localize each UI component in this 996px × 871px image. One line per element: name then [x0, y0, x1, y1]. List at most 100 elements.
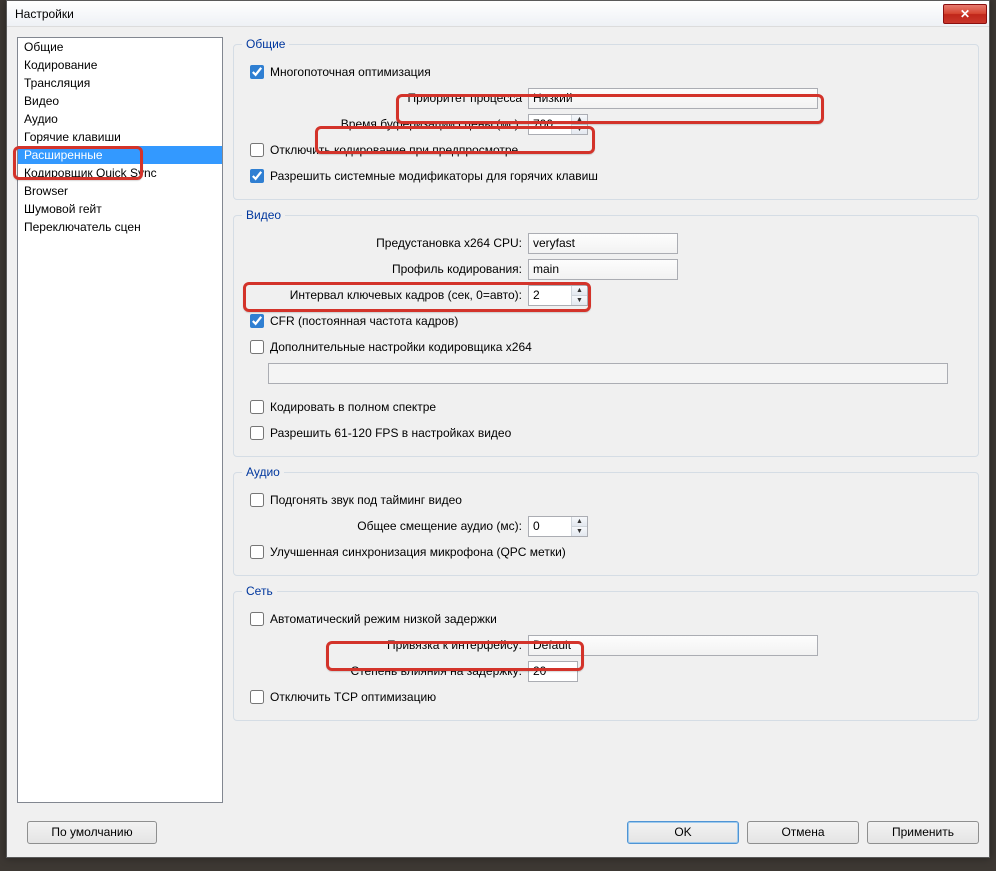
select-preset[interactable]: veryfast [528, 233, 678, 254]
select-bind-interface[interactable]: Default [528, 635, 818, 656]
settings-window: Настройки ✕ Общие Кодирование Трансляция… [6, 0, 990, 858]
sidebar-item-general[interactable]: Общие [18, 38, 222, 56]
label-bind-interface: Привязка к интерфейсу: [242, 638, 522, 652]
label-latency-factor: Степень влияния на задержку: [242, 664, 522, 678]
sidebar: Общие Кодирование Трансляция Видео Аудио… [17, 37, 223, 803]
main-panel: Общие Многопоточная оптимизация Приорите… [233, 37, 979, 803]
checkbox-input[interactable] [250, 493, 264, 507]
group-network: Сеть Автоматический режим низкой задержк… [233, 584, 979, 721]
checkbox-label: Подгонять звук под тайминг видео [270, 493, 462, 507]
checkbox-label: Автоматический режим низкой задержки [270, 612, 497, 626]
checkbox-input[interactable] [250, 426, 264, 440]
sidebar-item-label: Горячие клавиши [24, 130, 121, 144]
sidebar-item-label: Общие [24, 40, 63, 54]
checkbox-input[interactable] [250, 400, 264, 414]
spin-down-icon[interactable]: ▼ [572, 527, 587, 536]
close-icon: ✕ [960, 7, 970, 21]
sidebar-item-advanced[interactable]: Расширенные [18, 146, 222, 164]
input-audio-offset[interactable] [529, 517, 571, 536]
sidebar-item-video[interactable]: Видео [18, 92, 222, 110]
close-button[interactable]: ✕ [943, 4, 987, 24]
checkbox-label: Разрешить 61-120 FPS в настройках видео [270, 426, 511, 440]
sidebar-item-audio[interactable]: Аудио [18, 110, 222, 128]
sidebar-item-label: Видео [24, 94, 59, 108]
group-audio-title: Аудио [242, 465, 284, 479]
select-profile[interactable]: main [528, 259, 678, 280]
group-general: Общие Многопоточная оптимизация Приорите… [233, 37, 979, 200]
sidebar-item-hotkeys[interactable]: Горячие клавиши [18, 128, 222, 146]
checkbox-label: Кодировать в полном спектре [270, 400, 436, 414]
checkbox-force-timing[interactable]: Подгонять звук под тайминг видео [250, 493, 462, 507]
apply-button[interactable]: Применить [867, 821, 979, 844]
sidebar-item-quicksync[interactable]: Кодировщик Quick Sync [18, 164, 222, 182]
sidebar-item-sceneswitcher[interactable]: Переключатель сцен [18, 218, 222, 236]
checkbox-multicore-input[interactable] [250, 65, 264, 79]
label-keyint: Интервал ключевых кадров (сек, 0=авто): [242, 288, 522, 302]
checkbox-auto-low-latency[interactable]: Автоматический режим низкой задержки [250, 612, 497, 626]
checkbox-input[interactable] [250, 169, 264, 183]
cancel-button[interactable]: Отмена [747, 821, 859, 844]
label-audio-offset: Общее смещение аудио (мс): [242, 519, 522, 533]
titlebar: Настройки ✕ [7, 1, 989, 27]
window-body: Общие Кодирование Трансляция Видео Аудио… [7, 27, 989, 857]
sidebar-item-noisegate[interactable]: Шумовой гейт [18, 200, 222, 218]
label-buffer: Время буферизации сцены (мс): [242, 117, 522, 131]
defaults-button[interactable]: По умолчанию [27, 821, 157, 844]
spin-down-icon[interactable]: ▼ [572, 125, 587, 134]
spin-up-icon[interactable]: ▲ [572, 517, 587, 527]
checkbox-disable-preview-encode[interactable]: Отключить кодирование при предпросмотре [250, 143, 518, 157]
checkbox-high-fps[interactable]: Разрешить 61-120 FPS в настройках видео [250, 426, 511, 440]
sidebar-item-label: Кодирование [24, 58, 97, 72]
checkbox-extra-x264[interactable]: Дополнительные настройки кодировщика x26… [250, 340, 532, 354]
spinner-buffer[interactable]: ▲▼ [528, 114, 588, 135]
checkbox-label: CFR (постоянная частота кадров) [270, 314, 458, 328]
select-priority[interactable]: Низкий [528, 88, 818, 109]
label-priority: Приоритет процесса [242, 91, 522, 105]
input-keyint[interactable] [529, 286, 571, 305]
group-video-title: Видео [242, 208, 285, 222]
sidebar-item-label: Шумовой гейт [24, 202, 102, 216]
checkbox-multicore[interactable]: Многопоточная оптимизация [250, 65, 431, 79]
checkbox-full-range[interactable]: Кодировать в полном спектре [250, 400, 436, 414]
window-title: Настройки [15, 7, 943, 21]
checkbox-input[interactable] [250, 340, 264, 354]
input-latency-factor[interactable] [528, 661, 578, 682]
group-network-title: Сеть [242, 584, 277, 598]
checkbox-label: Дополнительные настройки кодировщика x26… [270, 340, 532, 354]
checkbox-label: Отключить кодирование при предпросмотре [270, 143, 518, 157]
checkbox-input[interactable] [250, 612, 264, 626]
checkbox-disable-tcp[interactable]: Отключить TCP оптимизацию [250, 690, 436, 704]
group-audio: Аудио Подгонять звук под тайминг видео О… [233, 465, 979, 576]
checkbox-input[interactable] [250, 690, 264, 704]
sidebar-item-browser[interactable]: Browser [18, 182, 222, 200]
label-preset: Предустановка x264 CPU: [242, 236, 522, 250]
checkbox-label: Отключить TCP оптимизацию [270, 690, 436, 704]
sidebar-item-label: Аудио [24, 112, 58, 126]
sidebar-item-broadcast[interactable]: Трансляция [18, 74, 222, 92]
checkbox-input[interactable] [250, 545, 264, 559]
checkbox-label: Разрешить системные модификаторы для гор… [270, 169, 598, 183]
spinner-audio-offset[interactable]: ▲▼ [528, 516, 588, 537]
sidebar-item-label: Кодировщик Quick Sync [24, 166, 157, 180]
ok-button[interactable]: OK [627, 821, 739, 844]
checkbox-qpc[interactable]: Улучшенная синхронизация микрофона (QPC … [250, 545, 566, 559]
sidebar-item-label: Переключатель сцен [24, 220, 141, 234]
spinner-keyint[interactable]: ▲▼ [528, 285, 588, 306]
spin-up-icon[interactable]: ▲ [572, 286, 587, 296]
spin-down-icon[interactable]: ▼ [572, 296, 587, 305]
input-extra-x264 [268, 363, 948, 384]
input-buffer[interactable] [529, 115, 571, 134]
sidebar-item-label: Browser [24, 184, 68, 198]
label-profile: Профиль кодирования: [242, 262, 522, 276]
sidebar-item-encoding[interactable]: Кодирование [18, 56, 222, 74]
checkbox-allow-hotkey-mods[interactable]: Разрешить системные модификаторы для гор… [250, 169, 598, 183]
checkbox-cfr[interactable]: CFR (постоянная частота кадров) [250, 314, 458, 328]
sidebar-item-label: Расширенные [24, 148, 103, 162]
checkbox-label: Многопоточная оптимизация [270, 65, 431, 79]
checkbox-input[interactable] [250, 143, 264, 157]
group-video: Видео Предустановка x264 CPU: veryfast П… [233, 208, 979, 457]
checkbox-label: Улучшенная синхронизация микрофона (QPC … [270, 545, 566, 559]
button-bar: По умолчанию OK Отмена Применить [17, 817, 979, 847]
spin-up-icon[interactable]: ▲ [572, 115, 587, 125]
checkbox-input[interactable] [250, 314, 264, 328]
